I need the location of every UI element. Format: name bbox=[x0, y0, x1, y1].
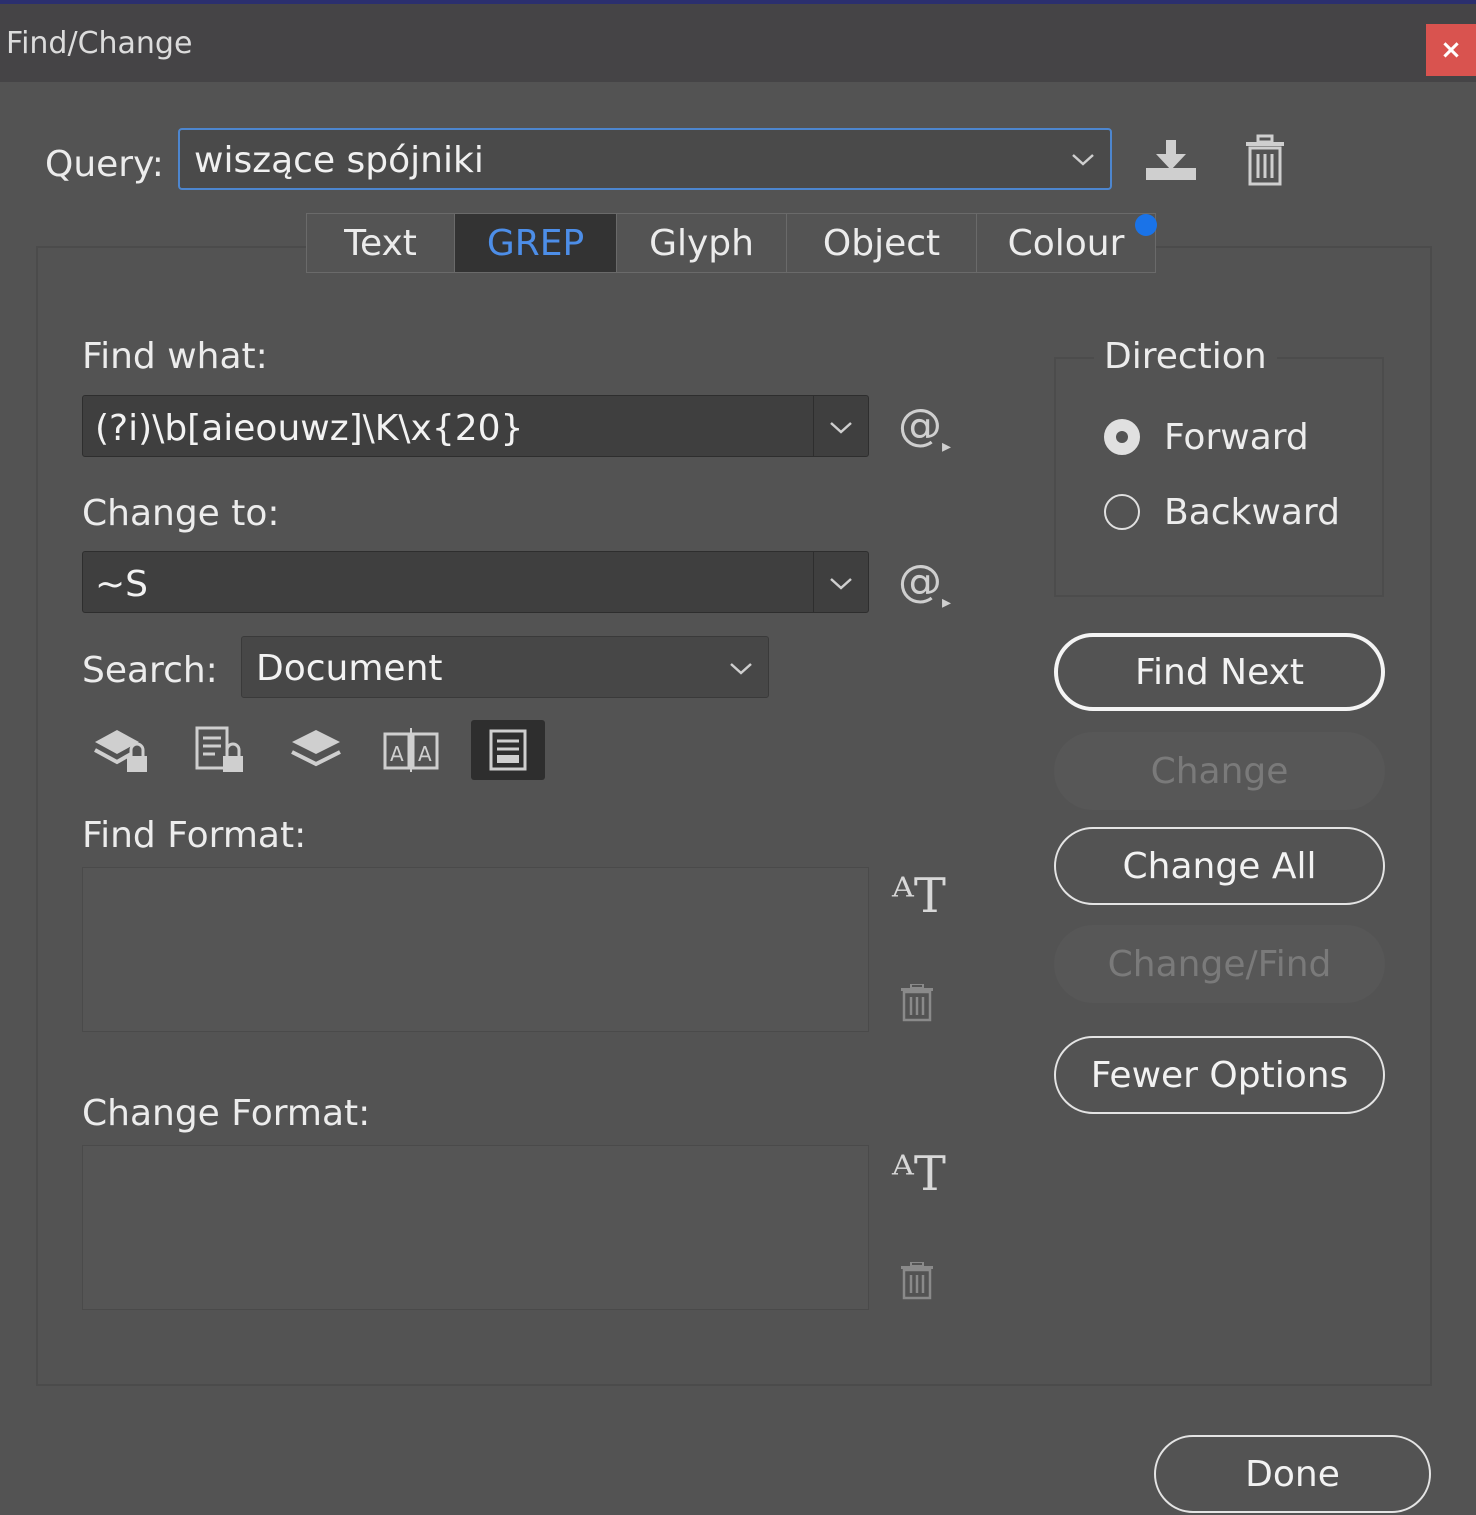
special-characters-change-icon[interactable]: @▸ bbox=[898, 556, 951, 613]
change-format-label: Change Format: bbox=[82, 1093, 371, 1134]
include-locked-layers-icon bbox=[94, 730, 147, 772]
include-footnotes-toggle[interactable] bbox=[471, 720, 545, 780]
change-button[interactable]: Change bbox=[1054, 732, 1385, 810]
specify-change-format-icon[interactable]: ᴬT bbox=[892, 1146, 946, 1202]
title-bar: Find/Change × bbox=[0, 4, 1476, 82]
tab-text[interactable]: Text bbox=[307, 214, 455, 272]
query-select[interactable]: wiszące spójniki bbox=[178, 128, 1112, 190]
direction-backward-radio[interactable] bbox=[1104, 494, 1140, 530]
clear-change-format-icon[interactable] bbox=[900, 1262, 934, 1300]
include-footnotes-icon bbox=[489, 729, 527, 771]
direction-forward-label[interactable]: Forward bbox=[1164, 417, 1309, 458]
search-scope-value: Document bbox=[256, 648, 443, 689]
direction-backward-label[interactable]: Backward bbox=[1164, 492, 1340, 533]
tab-notification-dot bbox=[1135, 214, 1157, 236]
query-label: Query: bbox=[45, 144, 164, 185]
find-what-value: (?i)\b[aieouwz]\K\x{20} bbox=[95, 408, 524, 449]
include-locked-stories-toggle[interactable] bbox=[182, 720, 256, 780]
window-title: Find/Change bbox=[6, 26, 193, 61]
chevron-down-icon[interactable] bbox=[828, 418, 854, 436]
field-divider bbox=[813, 552, 814, 612]
at-glyph: @ bbox=[898, 556, 942, 607]
direction-forward-radio[interactable] bbox=[1104, 419, 1140, 455]
change-all-button[interactable]: Change All bbox=[1054, 827, 1385, 905]
find-what-input[interactable]: (?i)\b[aieouwz]\K\x{20} bbox=[82, 395, 869, 457]
specify-find-format-icon[interactable]: ᴬT bbox=[892, 868, 946, 924]
direction-title: Direction bbox=[1094, 336, 1277, 377]
include-master-pages-toggle[interactable]: A A bbox=[374, 720, 448, 780]
clear-find-format-icon[interactable] bbox=[900, 984, 934, 1022]
save-query-icon[interactable] bbox=[1144, 138, 1198, 184]
include-locked-stories-icon bbox=[195, 726, 243, 772]
search-scope-select[interactable]: Document bbox=[241, 636, 769, 698]
include-locked-layers-toggle[interactable] bbox=[84, 720, 158, 780]
at-glyph: @ bbox=[898, 400, 942, 451]
tab-bar: Text GREP Glyph Object Colour bbox=[306, 213, 1156, 273]
change-to-input[interactable]: ~S bbox=[82, 551, 869, 613]
chevron-down-icon bbox=[1072, 154, 1094, 166]
close-button[interactable]: × bbox=[1426, 24, 1476, 76]
svg-text:A: A bbox=[418, 742, 432, 766]
search-label: Search: bbox=[82, 650, 218, 691]
include-hidden-layers-icon bbox=[291, 730, 341, 767]
direction-group bbox=[1054, 357, 1384, 597]
find-format-label: Find Format: bbox=[82, 815, 307, 856]
chevron-down-icon bbox=[730, 663, 752, 675]
change-format-box[interactable] bbox=[82, 1145, 869, 1310]
svg-text:A: A bbox=[390, 742, 404, 766]
fewer-options-button[interactable]: Fewer Options bbox=[1054, 1036, 1385, 1114]
include-hidden-layers-toggle[interactable] bbox=[279, 720, 353, 780]
change-to-value: ~S bbox=[95, 564, 149, 605]
find-next-button[interactable]: Find Next bbox=[1054, 633, 1385, 711]
tab-glyph[interactable]: Glyph bbox=[617, 214, 787, 272]
change-to-label: Change to: bbox=[82, 493, 280, 534]
delete-query-icon[interactable] bbox=[1244, 134, 1286, 186]
chevron-down-icon[interactable] bbox=[828, 574, 854, 592]
done-button[interactable]: Done bbox=[1154, 1435, 1431, 1513]
tab-colour[interactable]: Colour bbox=[977, 214, 1155, 272]
find-what-label: Find what: bbox=[82, 336, 268, 377]
tab-grep[interactable]: GREP bbox=[455, 214, 617, 272]
special-characters-find-icon[interactable]: @▸ bbox=[898, 400, 951, 457]
find-format-box[interactable] bbox=[82, 867, 869, 1032]
change-find-button[interactable]: Change/Find bbox=[1054, 925, 1385, 1003]
tab-object[interactable]: Object bbox=[787, 214, 977, 272]
field-divider bbox=[813, 396, 814, 456]
include-master-pages-icon: A A bbox=[383, 728, 439, 772]
query-value: wiszące spójniki bbox=[194, 140, 484, 181]
